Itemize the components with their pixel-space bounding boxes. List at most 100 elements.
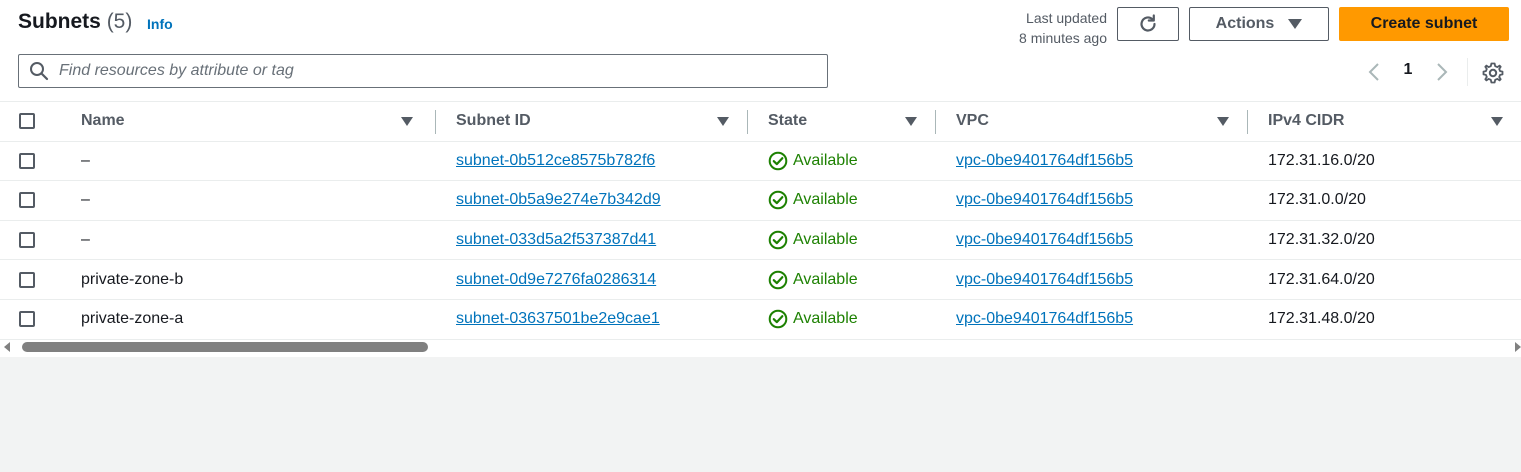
- search-input[interactable]: [59, 62, 827, 80]
- last-updated: Last updated 8 minutes ago: [990, 8, 1107, 48]
- row-select-cell: [0, 141, 61, 181]
- state-label: Available: [793, 310, 858, 328]
- status-badge: Available: [768, 309, 936, 329]
- search-bar[interactable]: [18, 54, 828, 88]
- ipv4-cidr: 172.31.48.0/20: [1268, 310, 1375, 328]
- info-link[interactable]: Info: [147, 16, 173, 32]
- check-circle-icon: [768, 230, 788, 250]
- sort-icon[interactable]: [401, 117, 413, 126]
- vpc-link[interactable]: vpc-0be9401764df156b5: [956, 191, 1133, 208]
- subnet-name: –: [81, 191, 90, 209]
- subnet-id-link[interactable]: subnet-0b512ce8575b782f6: [456, 152, 655, 169]
- ipv4-cidr: 172.31.32.0/20: [1268, 231, 1375, 249]
- name-cell: private-zone-a: [61, 299, 436, 339]
- column-header-ipv4-cidr[interactable]: IPv4 CIDR: [1248, 102, 1521, 142]
- subnet-name: –: [81, 231, 90, 249]
- table-row[interactable]: – subnet-0b512ce8575b782f6 Available vpc-0b…: [0, 141, 1521, 181]
- subnet-id-link[interactable]: subnet-0b5a9e274e7b342d9: [456, 191, 661, 208]
- title-text: Subnets: [18, 10, 101, 33]
- select-all-cell: [0, 102, 61, 142]
- last-updated-label: Last updated: [1026, 10, 1107, 26]
- row-checkbox[interactable]: [19, 192, 35, 209]
- subnet-id-cell: subnet-03637501be2e9cae1: [436, 299, 748, 339]
- last-updated-time: 8 minutes ago: [1019, 30, 1107, 46]
- table-header-row: Name Subnet ID State VPC IPv4 CIDR: [0, 101, 1521, 142]
- subnet-id-cell: subnet-033d5a2f537387d41: [436, 220, 748, 260]
- row-select-cell: [0, 220, 61, 260]
- subnet-id-cell: subnet-0d9e7276fa0286314: [436, 260, 748, 300]
- status-badge: Available: [768, 190, 936, 210]
- row-select-cell: [0, 181, 61, 221]
- subnet-id-link[interactable]: subnet-03637501be2e9cae1: [456, 310, 660, 327]
- gear-icon[interactable]: [1481, 61, 1505, 85]
- chevron-left-icon[interactable]: [1364, 60, 1384, 84]
- sort-icon[interactable]: [905, 117, 917, 126]
- vpc-link[interactable]: vpc-0be9401764df156b5: [956, 310, 1133, 327]
- state-cell: Available: [748, 220, 936, 260]
- create-subnet-button[interactable]: Create subnet: [1339, 7, 1509, 41]
- cidr-cell: 172.31.64.0/20: [1248, 260, 1521, 300]
- subnet-id-link[interactable]: subnet-0d9e7276fa0286314: [456, 271, 656, 288]
- search-icon: [30, 62, 49, 81]
- cidr-cell: 172.31.0.0/20: [1248, 181, 1521, 221]
- scroll-left-arrow-icon[interactable]: [4, 342, 10, 352]
- table-row[interactable]: – subnet-033d5a2f537387d41 Available vpc-0b…: [0, 220, 1521, 260]
- table-row[interactable]: private-zone-b subnet-0d9e7276fa0286314 Av…: [0, 260, 1521, 300]
- status-badge: Available: [768, 230, 936, 250]
- actions-button[interactable]: Actions: [1189, 7, 1329, 41]
- scroll-right-arrow-icon[interactable]: [1515, 342, 1521, 352]
- check-circle-icon: [768, 151, 788, 171]
- chevron-right-icon[interactable]: [1432, 60, 1452, 84]
- vpc-link[interactable]: vpc-0be9401764df156b5: [956, 271, 1133, 288]
- column-header-name[interactable]: Name: [61, 102, 436, 142]
- column-header-state[interactable]: State: [748, 102, 936, 142]
- refresh-icon: [1140, 14, 1156, 32]
- state-cell: Available: [748, 260, 936, 300]
- state-cell: Available: [748, 141, 936, 181]
- refresh-button[interactable]: [1117, 7, 1179, 41]
- subnet-name: private-zone-b: [81, 270, 184, 288]
- subnets-panel: Subnets (5) Info Last updated 8 minutes …: [0, 0, 1521, 357]
- name-cell: –: [61, 181, 436, 221]
- sort-icon[interactable]: [1217, 117, 1229, 126]
- subnets-table: Name Subnet ID State VPC IPv4 CIDR – sub…: [0, 101, 1521, 340]
- select-all-checkbox[interactable]: [19, 113, 35, 130]
- table-row[interactable]: – subnet-0b5a9e274e7b342d9 Available vpc-0b…: [0, 181, 1521, 221]
- cidr-cell: 172.31.16.0/20: [1248, 141, 1521, 181]
- vpc-link[interactable]: vpc-0be9401764df156b5: [956, 152, 1133, 169]
- vpc-cell: vpc-0be9401764df156b5: [936, 260, 1248, 300]
- row-checkbox[interactable]: [19, 271, 35, 288]
- horizontal-scrollbar[interactable]: [0, 338, 1521, 356]
- page-title: Subnets (5): [18, 10, 132, 34]
- column-header-subnet-id[interactable]: Subnet ID: [436, 102, 748, 142]
- cidr-cell: 172.31.32.0/20: [1248, 220, 1521, 260]
- scrollbar-thumb[interactable]: [22, 342, 428, 352]
- state-cell: Available: [748, 299, 936, 339]
- ipv4-cidr: 172.31.64.0/20: [1268, 270, 1375, 288]
- cidr-cell: 172.31.48.0/20: [1248, 299, 1521, 339]
- row-checkbox[interactable]: [19, 232, 35, 249]
- subnet-id-link[interactable]: subnet-033d5a2f537387d41: [456, 231, 656, 248]
- row-checkbox[interactable]: [19, 152, 35, 169]
- row-checkbox[interactable]: [19, 311, 35, 328]
- column-label: IPv4 CIDR: [1268, 112, 1345, 130]
- title-count: (5): [106, 10, 133, 33]
- sort-icon[interactable]: [1491, 117, 1503, 126]
- vpc-cell: vpc-0be9401764df156b5: [936, 220, 1248, 260]
- subnet-id-cell: subnet-0b5a9e274e7b342d9: [436, 181, 748, 221]
- status-badge: Available: [768, 151, 936, 171]
- subnet-id-cell: subnet-0b512ce8575b782f6: [436, 141, 748, 181]
- sort-icon[interactable]: [717, 117, 729, 126]
- actions-label: Actions: [1215, 15, 1275, 32]
- subnet-name: –: [81, 151, 90, 169]
- row-select-cell: [0, 260, 61, 300]
- table-row[interactable]: private-zone-a subnet-03637501be2e9cae1 Av…: [0, 299, 1521, 340]
- column-label: Name: [81, 112, 125, 130]
- pagination-divider: [1467, 58, 1468, 86]
- pagination-current-page[interactable]: 1: [1399, 61, 1417, 79]
- check-circle-icon: [768, 270, 788, 289]
- name-cell: –: [61, 220, 436, 260]
- vpc-link[interactable]: vpc-0be9401764df156b5: [956, 231, 1133, 248]
- column-header-vpc[interactable]: VPC: [936, 102, 1248, 142]
- state-label: Available: [793, 231, 858, 249]
